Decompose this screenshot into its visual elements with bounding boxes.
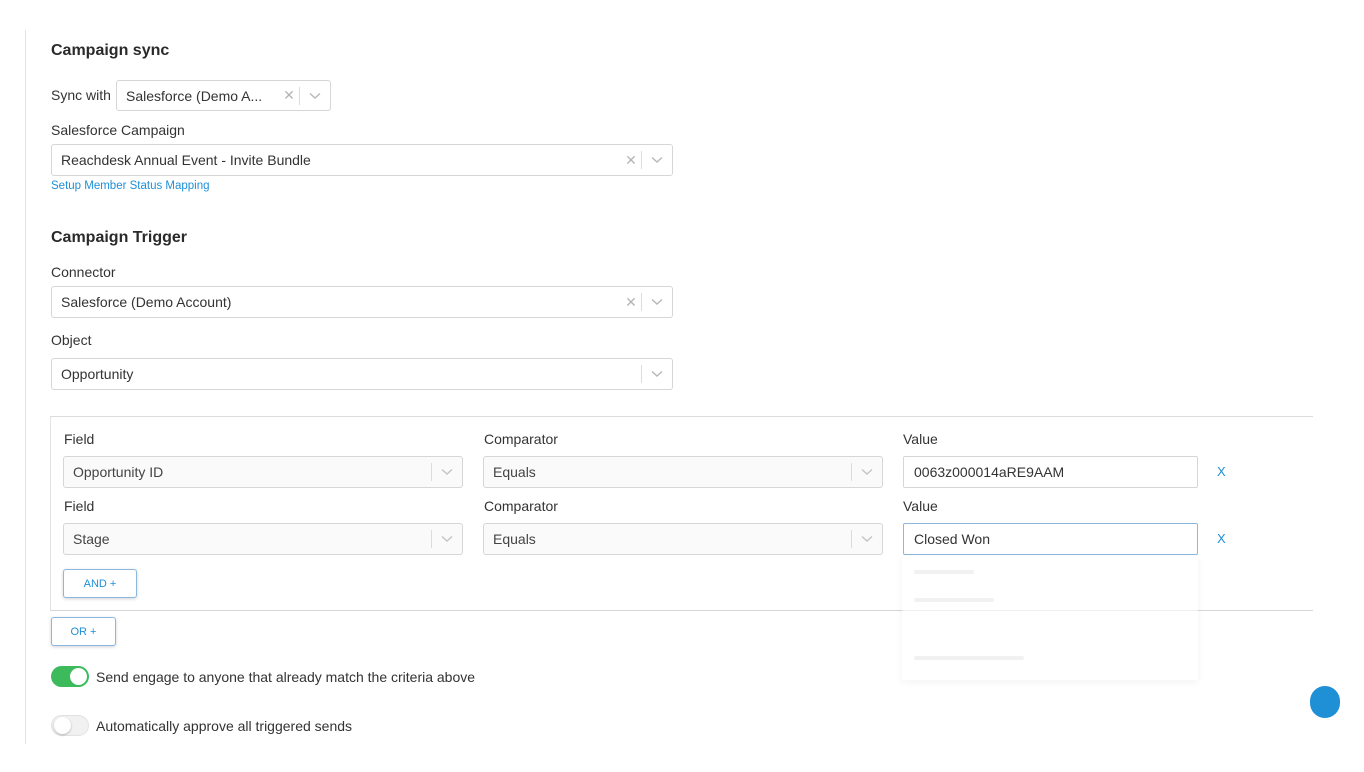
value-input[interactable]: 0063z000014aRE9AAM — [903, 456, 1198, 488]
chevron-down-icon[interactable] — [642, 156, 672, 164]
close-icon[interactable]: ✕ — [621, 294, 641, 311]
object-select[interactable]: Opportunity — [51, 358, 673, 390]
comparator-label: Comparator — [484, 498, 558, 514]
toggle-knob — [54, 717, 71, 734]
chat-launcher-button[interactable] — [1310, 686, 1340, 718]
suggestion-placeholder — [914, 598, 994, 602]
value-label: Value — [903, 431, 938, 447]
chevron-down-icon[interactable] — [852, 535, 882, 543]
sync-with-value: Salesforce (Demo A... — [126, 87, 263, 104]
toggle-knob — [70, 668, 87, 685]
connector-value: Salesforce (Demo Account) — [61, 294, 232, 310]
comparator-select[interactable]: Equals — [483, 456, 883, 488]
chevron-down-icon[interactable] — [642, 298, 672, 306]
campaign-sync-title: Campaign sync — [51, 42, 170, 59]
chevron-down-icon[interactable] — [300, 92, 330, 100]
comparator-value: Equals — [493, 464, 536, 480]
salesforce-campaign-value: Reachdesk Annual Event - Invite Bundle — [61, 152, 311, 168]
field-select[interactable]: Opportunity ID — [63, 456, 463, 488]
comparator-value: Equals — [493, 531, 536, 547]
field-label: Field — [64, 431, 95, 447]
suggestion-placeholder — [914, 656, 1024, 660]
remove-condition-button[interactable]: X — [1217, 531, 1226, 546]
field-label: Field — [64, 498, 95, 514]
remove-condition-button[interactable]: X — [1217, 464, 1226, 479]
left-divider — [25, 30, 26, 744]
close-icon[interactable]: ✕ — [621, 152, 641, 169]
and-button[interactable]: AND + — [63, 569, 137, 598]
value-label: Value — [903, 498, 938, 514]
value-suggestions-dropdown — [902, 556, 1198, 680]
sync-with-select[interactable]: Salesforce (Demo A... ✕ — [116, 80, 331, 111]
comparator-label: Comparator — [484, 431, 558, 447]
object-label: Object — [51, 332, 92, 348]
object-value: Opportunity — [61, 366, 134, 382]
suggestion-placeholder — [914, 570, 974, 574]
setup-member-status-link[interactable]: Setup Member Status Mapping — [51, 180, 210, 192]
or-button[interactable]: OR + — [51, 617, 116, 646]
auto-approve-toggle[interactable] — [51, 715, 89, 736]
field-value: Stage — [73, 531, 110, 547]
connector-select[interactable]: Salesforce (Demo Account) ✕ — [51, 286, 673, 318]
salesforce-campaign-select[interactable]: Reachdesk Annual Event - Invite Bundle ✕ — [51, 144, 673, 176]
close-icon[interactable]: ✕ — [279, 87, 299, 104]
sync-with-label: Sync with — [51, 87, 111, 103]
field-select[interactable]: Stage — [63, 523, 463, 555]
comparator-select[interactable]: Equals — [483, 523, 883, 555]
value-input[interactable]: Closed Won — [903, 523, 1198, 555]
send-engage-toggle[interactable] — [51, 666, 89, 687]
send-engage-label: Send engage to anyone that already match… — [96, 669, 476, 685]
auto-approve-label: Automatically approve all triggered send… — [96, 718, 353, 734]
campaign-trigger-title: Campaign Trigger — [51, 229, 188, 246]
chevron-down-icon[interactable] — [642, 370, 672, 378]
field-value: Opportunity ID — [73, 464, 164, 480]
connector-label: Connector — [51, 264, 116, 280]
chevron-down-icon[interactable] — [432, 535, 462, 543]
salesforce-campaign-label: Salesforce Campaign — [51, 122, 185, 138]
chevron-down-icon[interactable] — [432, 468, 462, 476]
chevron-down-icon[interactable] — [852, 468, 882, 476]
